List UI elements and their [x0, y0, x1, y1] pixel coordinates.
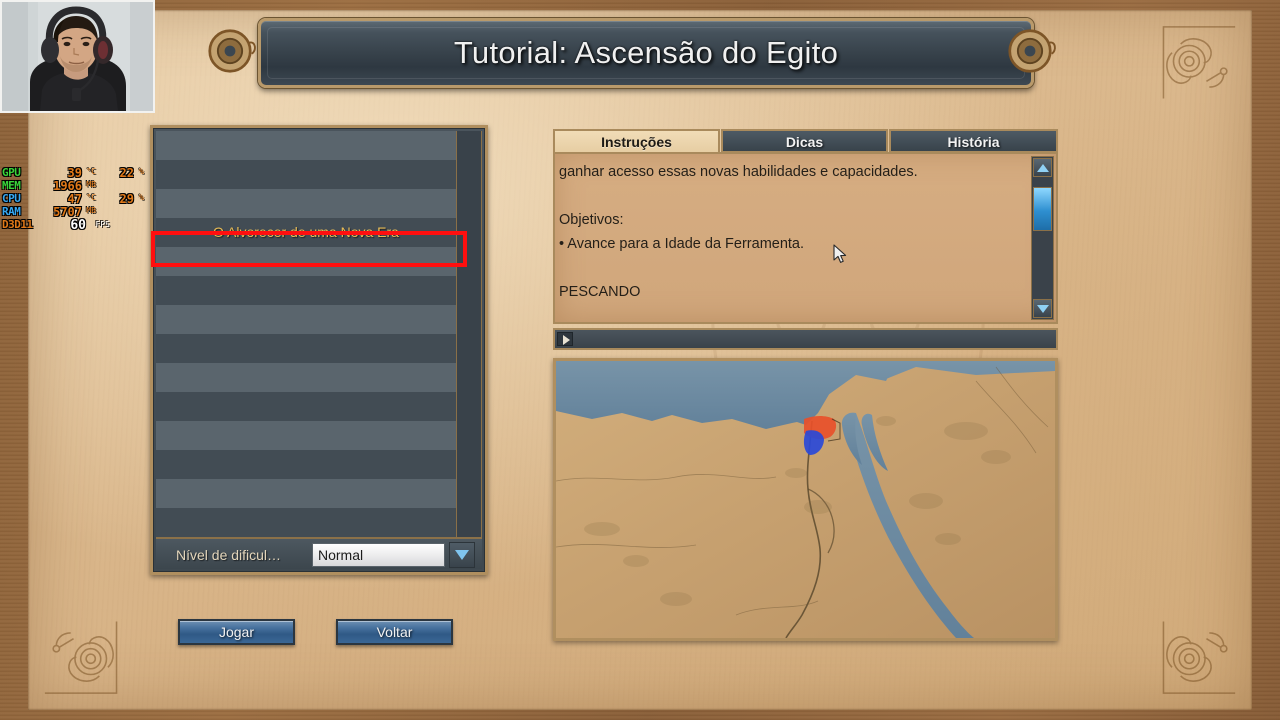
chevron-down-icon[interactable] — [449, 542, 475, 568]
hwmon-fps-value: 60 — [70, 218, 86, 233]
instructions-line: • Avance para a Idade da Ferramenta. — [559, 236, 805, 252]
page-title: Tutorial: Ascensão do Egito — [453, 35, 839, 70]
hwmon-value: 39 — [67, 166, 82, 180]
webcam-overlay — [0, 0, 155, 113]
banner-medallion-icon — [208, 29, 256, 73]
scenario-list-item[interactable] — [156, 334, 456, 363]
instructions-line: PESCANDO — [559, 284, 641, 300]
tab-bar: Instruções Dicas História — [553, 129, 1058, 153]
narration-bar[interactable] — [553, 328, 1058, 350]
hardware-monitor-overlay: GPU 39 °C 22% MEM 1966 MB CPU 47 °C 29% RAM 5707 MB D3… — [2, 166, 148, 238]
triangle-down-icon[interactable] — [1033, 299, 1052, 318]
hwmon-unit: MB — [86, 206, 96, 215]
scenario-map — [553, 358, 1058, 641]
instructions-line: ganhar acesso essas novas habilidades e … — [559, 164, 918, 180]
play-icon[interactable] — [557, 332, 573, 346]
scenario-list-item[interactable] — [156, 276, 456, 305]
corner-ornament-icon — [1162, 621, 1236, 694]
play-button[interactable]: Jogar — [178, 619, 295, 645]
hwmon-value: 1966 — [53, 179, 82, 193]
difficulty-label: Nível de dificul… — [176, 547, 282, 563]
hwmon-value: 5707 — [53, 205, 82, 219]
scenario-list-item[interactable] — [156, 189, 456, 218]
tab-dicas[interactable]: Dicas — [721, 129, 888, 153]
hwmon-row: CPU 47 °C 29% — [2, 192, 148, 206]
instructions-panel: ganhar acesso essas novas habilidades e … — [553, 152, 1058, 324]
hwmon-value-secondary: 22 — [119, 166, 134, 180]
hwmon-unit: °C — [86, 167, 96, 176]
scenario-list-item[interactable] — [156, 421, 456, 450]
hwmon-unit: MB — [86, 180, 96, 189]
scrollbar-thumb[interactable] — [1033, 186, 1052, 231]
instructions-blank-line — [557, 184, 1019, 208]
scenario-list-item[interactable] — [156, 363, 456, 392]
scenario-list-item[interactable] — [156, 450, 456, 479]
scenario-list-item[interactable] — [156, 508, 456, 537]
difficulty-bar: Nível de dificul… Normal — [156, 537, 482, 569]
scenario-list-panel[interactable]: O Alvorecer de uma Nova Era Nível de dif… — [150, 125, 488, 575]
hwmon-value-secondary: 29 — [119, 192, 134, 206]
triangle-up-icon[interactable] — [1033, 158, 1052, 177]
game-screen: Tutorial: Ascensão do Egito O Alvorecer … — [0, 0, 1280, 720]
corner-ornament-icon — [1162, 26, 1236, 99]
banner-medallion-icon — [1008, 29, 1056, 73]
hwmon-label: RAM — [2, 205, 21, 218]
hwmon-api-label: D3D11 — [2, 218, 33, 231]
scenario-list-item[interactable] — [156, 247, 456, 276]
scenario-list-item-label: O Alvorecer de uma Nova Era — [213, 224, 399, 240]
scenario-list-item[interactable]: O Alvorecer de uma Nova Era — [156, 218, 456, 247]
scenario-list-item[interactable] — [156, 479, 456, 508]
difficulty-select[interactable]: Normal — [312, 543, 445, 567]
scenario-list[interactable]: O Alvorecer de uma Nova Era — [156, 131, 456, 539]
back-button[interactable]: Voltar — [336, 619, 453, 645]
scenario-list-item[interactable] — [156, 131, 456, 160]
instructions-text: ganhar acesso essas novas habilidades e … — [557, 160, 1019, 304]
hwmon-value: 47 — [67, 192, 82, 206]
hwmon-fps-row: D3D11 60 FPS — [2, 218, 148, 233]
hwmon-fps-unit: FPS — [95, 220, 110, 229]
scenario-list-item[interactable] — [156, 160, 456, 189]
mouse-cursor — [833, 244, 847, 263]
title-banner: Tutorial: Ascensão do Egito — [258, 18, 1034, 88]
scenario-list-item[interactable] — [156, 392, 456, 421]
scenario-list-item[interactable] — [156, 305, 456, 334]
corner-ornament-icon — [44, 621, 118, 694]
hwmon-label: MEM — [2, 179, 21, 192]
hwmon-label: CPU — [2, 192, 21, 205]
hwmon-row: MEM 1966 MB — [2, 179, 148, 193]
tab-instrucoes[interactable]: Instruções — [553, 129, 720, 153]
hwmon-unit-secondary: % — [139, 167, 144, 176]
hwmon-unit-secondary: % — [139, 193, 144, 202]
hwmon-unit: °C — [86, 193, 96, 202]
hwmon-row: GPU 39 °C 22% — [2, 166, 148, 180]
instructions-scrollbar[interactable] — [1031, 156, 1054, 320]
hwmon-label: GPU — [2, 166, 21, 179]
instructions-line: Objetivos: — [559, 212, 624, 228]
tab-historia[interactable]: História — [889, 129, 1058, 153]
hwmon-row: RAM 5707 MB — [2, 205, 148, 219]
instructions-blank-line — [557, 256, 1019, 280]
scenario-list-scrollbar[interactable] — [456, 131, 482, 539]
